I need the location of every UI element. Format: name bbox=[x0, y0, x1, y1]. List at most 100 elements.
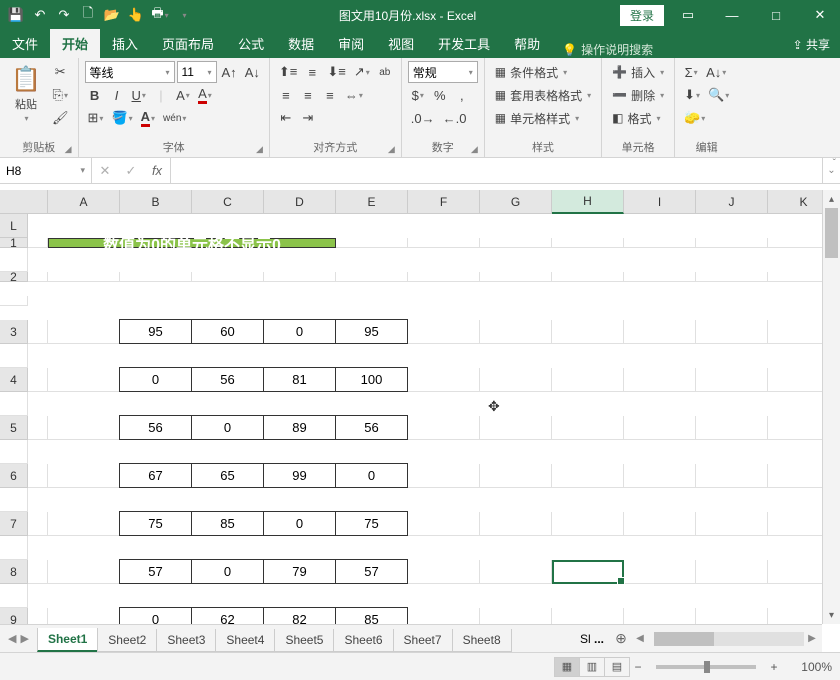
sheet-tab[interactable]: Sheet5 bbox=[274, 629, 334, 652]
cell[interactable] bbox=[408, 560, 480, 584]
expand-formula-bar-button[interactable]: ⌄ bbox=[822, 158, 840, 183]
qat-more-icon[interactable]: ▾ bbox=[173, 4, 195, 26]
font-color-a-button[interactable]: A▾ bbox=[173, 84, 193, 106]
cell[interactable] bbox=[192, 272, 264, 282]
row-header[interactable]: 8 bbox=[0, 560, 28, 584]
conditional-formatting-button[interactable]: ▦条件格式▾ bbox=[491, 61, 595, 83]
format-cells-button[interactable]: ◧格式▾ bbox=[608, 107, 668, 129]
page-break-view-button[interactable]: ▤ bbox=[604, 657, 630, 677]
cell[interactable] bbox=[696, 238, 768, 248]
cell[interactable] bbox=[48, 320, 120, 344]
column-header[interactable]: F bbox=[408, 190, 480, 214]
tab-data[interactable]: 数据 bbox=[276, 29, 326, 58]
zoom-slider[interactable] bbox=[656, 665, 756, 669]
fx-icon[interactable]: fx bbox=[144, 163, 170, 178]
cell[interactable] bbox=[480, 272, 552, 282]
hscroll-left-icon[interactable]: ◀ bbox=[632, 633, 648, 644]
redo-icon[interactable]: ↷ bbox=[53, 4, 75, 26]
select-all-corner[interactable] bbox=[0, 190, 48, 214]
cell[interactable] bbox=[0, 488, 28, 512]
cell[interactable] bbox=[336, 238, 408, 248]
underline-button[interactable]: U▾ bbox=[129, 84, 149, 106]
cell[interactable] bbox=[624, 560, 696, 584]
increase-indent-button[interactable]: ⇥ bbox=[298, 107, 318, 129]
align-bottom-button[interactable]: ⬇≡ bbox=[324, 61, 348, 83]
dialog-launcher-icon[interactable]: ◢ bbox=[388, 144, 395, 155]
cell[interactable]: 57 bbox=[119, 559, 192, 584]
cell[interactable] bbox=[696, 416, 768, 440]
cell[interactable] bbox=[624, 608, 696, 624]
cell[interactable] bbox=[624, 464, 696, 488]
row-header[interactable]: 4 bbox=[0, 368, 28, 392]
cell[interactable] bbox=[696, 512, 768, 536]
cell[interactable] bbox=[28, 608, 48, 624]
cell[interactable] bbox=[480, 512, 552, 536]
sheet-overflow[interactable]: Sl ... bbox=[574, 628, 610, 650]
row-header[interactable]: 1 bbox=[0, 238, 28, 248]
wrap-text-button[interactable]: ab bbox=[375, 61, 395, 83]
sheet-nav-prev[interactable]: ◀ bbox=[8, 632, 16, 645]
cell[interactable] bbox=[696, 272, 768, 282]
new-sheet-button[interactable]: ⊕ bbox=[610, 630, 632, 647]
cell[interactable] bbox=[552, 608, 624, 624]
zoom-in-button[interactable]: + bbox=[766, 660, 782, 674]
tab-review[interactable]: 审阅 bbox=[326, 29, 376, 58]
cell[interactable]: 85 bbox=[335, 607, 408, 624]
cell[interactable]: 100 bbox=[335, 367, 408, 392]
cell[interactable]: 62 bbox=[191, 607, 264, 624]
align-left-button[interactable]: ≡ bbox=[276, 84, 296, 106]
sort-filter-button[interactable]: A↓▾ bbox=[703, 61, 729, 83]
enter-formula-button[interactable]: ✓ bbox=[118, 163, 144, 179]
scroll-up-icon[interactable]: ▴ bbox=[823, 190, 840, 208]
cell[interactable] bbox=[552, 238, 624, 248]
open-icon[interactable]: 📂 bbox=[101, 4, 123, 26]
scroll-down-icon[interactable]: ▾ bbox=[823, 606, 840, 624]
cell[interactable] bbox=[696, 320, 768, 344]
cell[interactable] bbox=[48, 416, 120, 440]
cell[interactable]: 0 bbox=[119, 367, 192, 392]
zoom-out-button[interactable]: − bbox=[630, 660, 646, 674]
copy-button[interactable]: ⎘▾ bbox=[49, 84, 72, 106]
sheet-tab[interactable]: Sheet6 bbox=[333, 629, 393, 652]
cell[interactable] bbox=[480, 464, 552, 488]
cell[interactable] bbox=[480, 368, 552, 392]
cell[interactable] bbox=[28, 320, 48, 344]
cell[interactable] bbox=[552, 368, 624, 392]
cell[interactable] bbox=[48, 464, 120, 488]
collapse-ribbon-icon[interactable]: ˇ bbox=[833, 158, 836, 169]
decrease-font-button[interactable]: A↓ bbox=[242, 61, 263, 83]
cell[interactable] bbox=[48, 608, 120, 624]
align-right-button[interactable]: ≡ bbox=[320, 84, 340, 106]
sheet-tab[interactable]: Sheet3 bbox=[156, 629, 216, 652]
format-painter-button[interactable]: 🖌 bbox=[49, 107, 72, 129]
insert-cells-button[interactable]: ➕插入▾ bbox=[608, 61, 668, 83]
row-header[interactable]: 3 bbox=[0, 320, 28, 344]
cell[interactable] bbox=[696, 608, 768, 624]
cell[interactable] bbox=[696, 368, 768, 392]
cell[interactable] bbox=[0, 344, 28, 368]
dialog-launcher-icon[interactable]: ◢ bbox=[256, 144, 263, 155]
sheet-tab[interactable]: Sheet8 bbox=[452, 629, 512, 652]
column-header[interactable]: I bbox=[624, 190, 696, 214]
tab-formulas[interactable]: 公式 bbox=[226, 29, 276, 58]
increase-font-button[interactable]: A↑ bbox=[219, 61, 240, 83]
percent-button[interactable]: % bbox=[430, 84, 450, 106]
tab-file[interactable]: 文件 bbox=[0, 29, 50, 58]
cell[interactable]: 0 bbox=[191, 559, 264, 584]
column-header[interactable]: D bbox=[264, 190, 336, 214]
cell[interactable] bbox=[552, 512, 624, 536]
cell[interactable] bbox=[624, 320, 696, 344]
cell[interactable]: 75 bbox=[119, 511, 192, 536]
cell[interactable]: 56 bbox=[119, 415, 192, 440]
touch-mode-icon[interactable]: 👆 bbox=[125, 4, 147, 26]
cell[interactable] bbox=[552, 416, 624, 440]
cell[interactable]: 0 bbox=[191, 415, 264, 440]
sheet-tab[interactable]: Sheet2 bbox=[97, 629, 157, 652]
clear-button[interactable]: 🧽▾ bbox=[681, 107, 708, 129]
column-header[interactable]: E bbox=[336, 190, 408, 214]
column-header[interactable]: J bbox=[696, 190, 768, 214]
align-center-button[interactable]: ≡ bbox=[298, 84, 318, 106]
merge-center-button[interactable]: ⇔▾ bbox=[342, 84, 366, 106]
cell[interactable] bbox=[552, 320, 624, 344]
cell[interactable] bbox=[48, 560, 120, 584]
